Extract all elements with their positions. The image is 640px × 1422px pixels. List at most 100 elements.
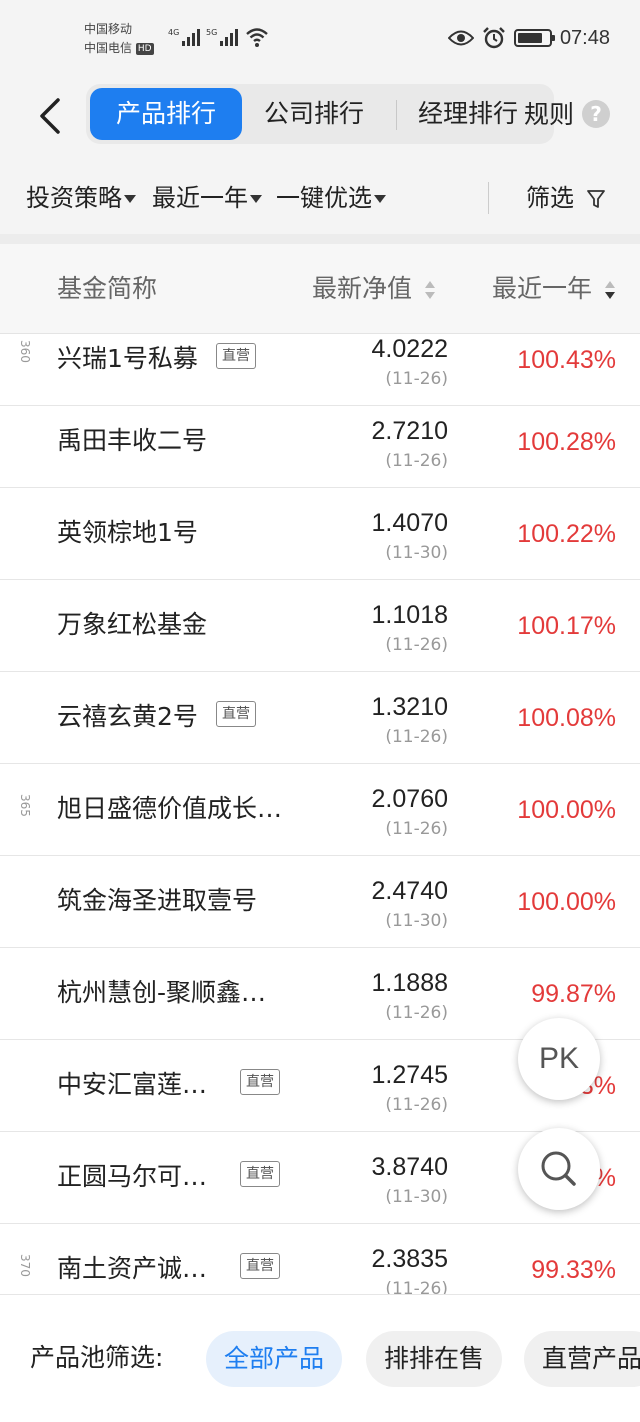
direct-badge: 直营 bbox=[216, 343, 256, 369]
clock: 07:48 bbox=[559, 26, 610, 49]
fund-name: 中安汇富莲… bbox=[57, 1070, 208, 1099]
rank-number: 365 bbox=[18, 794, 32, 817]
list-header: 基金简称 最新净值 最近一年 bbox=[0, 244, 640, 334]
nav-value: 1.1018 bbox=[371, 601, 448, 629]
signal-5g-icon: 5G bbox=[206, 28, 238, 48]
fund-name: 云禧玄黄2号 bbox=[57, 702, 198, 731]
direct-badge: 直营 bbox=[216, 701, 256, 727]
fund-name: 南土资产诚… bbox=[57, 1254, 208, 1283]
nav-date: (11-30) bbox=[385, 1187, 448, 1207]
nav-date: (11-26) bbox=[385, 727, 448, 747]
fund-name: 杭州慧创-聚顺鑫… bbox=[57, 978, 267, 1007]
period-filter[interactable]: 最近一年 bbox=[152, 182, 262, 214]
tab-company-ranking[interactable]: 公司排行 bbox=[264, 88, 364, 140]
yearly-return: 99.87% bbox=[531, 980, 616, 1008]
screen-button[interactable]: 筛选 bbox=[526, 182, 606, 214]
fund-name: 兴瑞1号私募 bbox=[57, 344, 198, 373]
yearly-return: 100.17% bbox=[517, 612, 616, 640]
tab-manager-ranking[interactable]: 经理排行 bbox=[418, 88, 518, 140]
nav-date: (11-26) bbox=[385, 369, 448, 389]
header-nav-sort[interactable]: 最新净值 bbox=[312, 272, 436, 306]
direct-badge: 直营 bbox=[240, 1253, 280, 1279]
chevron-down-icon bbox=[250, 195, 262, 203]
carrier-info: 中国移动 中国电信 HD bbox=[84, 20, 154, 58]
fund-name: 禹田丰收二号 bbox=[57, 426, 208, 455]
pk-compare-button[interactable]: PK bbox=[518, 1018, 600, 1100]
header-return-sort[interactable]: 最近一年 bbox=[492, 272, 616, 306]
filter-divider bbox=[488, 182, 489, 214]
alarm-icon bbox=[483, 27, 505, 49]
fund-name: 英领棕地1号 bbox=[57, 518, 198, 547]
section-divider bbox=[0, 234, 640, 244]
search-button[interactable] bbox=[518, 1128, 600, 1210]
pool-filter-bar: 产品池筛选: 全部产品 排排在售 直营产品 bbox=[0, 1294, 640, 1422]
signal-5g-label: 5G bbox=[206, 28, 218, 37]
fund-name: 筑金海圣进取壹号 bbox=[57, 886, 258, 915]
sort-icon bbox=[424, 281, 435, 299]
rank-number: 360 bbox=[18, 340, 32, 363]
filter-bar: 投资策略 最近一年 一键优选 筛选 bbox=[0, 158, 640, 234]
fund-name: 万象红松基金 bbox=[57, 610, 208, 639]
rules-link[interactable]: 规则 bbox=[524, 98, 574, 132]
nav-date: (11-26) bbox=[385, 819, 448, 839]
table-row[interactable]: 云禧玄黄2号 直营 1.3210 (11-26) 100.08% bbox=[0, 672, 640, 764]
nav-value: 2.0760 bbox=[371, 785, 448, 813]
nav-date: (11-30) bbox=[385, 911, 448, 931]
fund-name: 正圆马尔可… bbox=[57, 1162, 208, 1191]
hd-badge: HD bbox=[135, 42, 154, 55]
back-icon[interactable] bbox=[36, 96, 66, 136]
status-bar: 中国移动 中国电信 HD 4G 5G 07:48 bbox=[0, 0, 640, 80]
fund-name: 旭日盛德价值成长… bbox=[57, 794, 283, 823]
header-nav-label: 最新净值 bbox=[312, 274, 413, 303]
signal-4g-label: 4G bbox=[168, 28, 180, 37]
preset-filter-label: 一键优选 bbox=[276, 184, 372, 212]
yearly-return: 100.43% bbox=[517, 346, 616, 374]
table-row[interactable]: 筑金海圣进取壹号 2.4740 (11-30) 100.00% bbox=[0, 856, 640, 948]
nav-value: 2.3835 bbox=[371, 1245, 448, 1273]
chip-on-sale[interactable]: 排排在售 bbox=[366, 1331, 503, 1387]
funnel-icon bbox=[586, 190, 605, 208]
table-row[interactable]: 370 南土资产诚… 直营 2.3835 (11-26) 99.33% bbox=[0, 1224, 640, 1294]
rank-number: 370 bbox=[18, 1254, 32, 1277]
header-fund-name: 基金简称 bbox=[57, 274, 158, 303]
screen-button-label: 筛选 bbox=[526, 184, 574, 212]
eye-icon bbox=[447, 30, 474, 46]
chevron-down-icon bbox=[124, 195, 136, 203]
yearly-return: 99.33% bbox=[531, 1256, 616, 1284]
strategy-filter-label: 投资策略 bbox=[26, 184, 122, 212]
nav-date: (11-26) bbox=[385, 635, 448, 655]
yearly-return: 100.00% bbox=[517, 888, 616, 916]
yearly-return: 100.28% bbox=[517, 428, 616, 456]
nav-value: 1.3210 bbox=[371, 693, 448, 721]
nav-value: 4.0222 bbox=[371, 335, 448, 363]
period-filter-label: 最近一年 bbox=[152, 184, 248, 212]
nav-date: (11-26) bbox=[385, 451, 448, 471]
nav-value: 1.4070 bbox=[371, 509, 448, 537]
wifi-icon bbox=[246, 28, 268, 47]
table-row[interactable]: 禹田丰收二号 2.7210 (11-26) 100.28% bbox=[0, 396, 640, 488]
signal-4g-icon: 4G bbox=[168, 28, 200, 48]
yearly-return: 100.00% bbox=[517, 796, 616, 824]
table-row[interactable]: 英领棕地1号 1.4070 (11-30) 100.22% bbox=[0, 488, 640, 580]
yearly-return: 100.22% bbox=[517, 520, 616, 548]
table-row[interactable]: 365 旭日盛德价值成长… 2.0760 (11-26) 100.00% bbox=[0, 764, 640, 856]
tab-product-ranking[interactable]: 产品排行 bbox=[90, 88, 242, 140]
direct-badge: 直营 bbox=[240, 1069, 280, 1095]
battery-icon bbox=[513, 29, 555, 47]
nav-date: (11-26) bbox=[385, 1095, 448, 1115]
chip-direct-products[interactable]: 直营产品 bbox=[524, 1331, 640, 1387]
preset-filter[interactable]: 一键优选 bbox=[276, 182, 386, 214]
nav-value: 1.1888 bbox=[371, 969, 448, 997]
carrier-1: 中国移动 bbox=[84, 22, 133, 36]
chip-all-products[interactable]: 全部产品 bbox=[206, 1331, 343, 1387]
nav-date: (11-30) bbox=[385, 543, 448, 563]
carrier-2: 中国电信 bbox=[84, 41, 133, 55]
yearly-return: 100.08% bbox=[517, 704, 616, 732]
strategy-filter[interactable]: 投资策略 bbox=[26, 182, 136, 214]
search-icon bbox=[541, 1151, 576, 1186]
table-row[interactable]: 万象红松基金 1.1018 (11-26) 100.17% bbox=[0, 580, 640, 672]
ranking-tabs: 产品排行 公司排行 经理排行 bbox=[86, 84, 554, 144]
status-right: 07:48 bbox=[447, 26, 610, 50]
tab-divider bbox=[396, 100, 397, 130]
help-icon[interactable]: ? bbox=[582, 100, 610, 128]
